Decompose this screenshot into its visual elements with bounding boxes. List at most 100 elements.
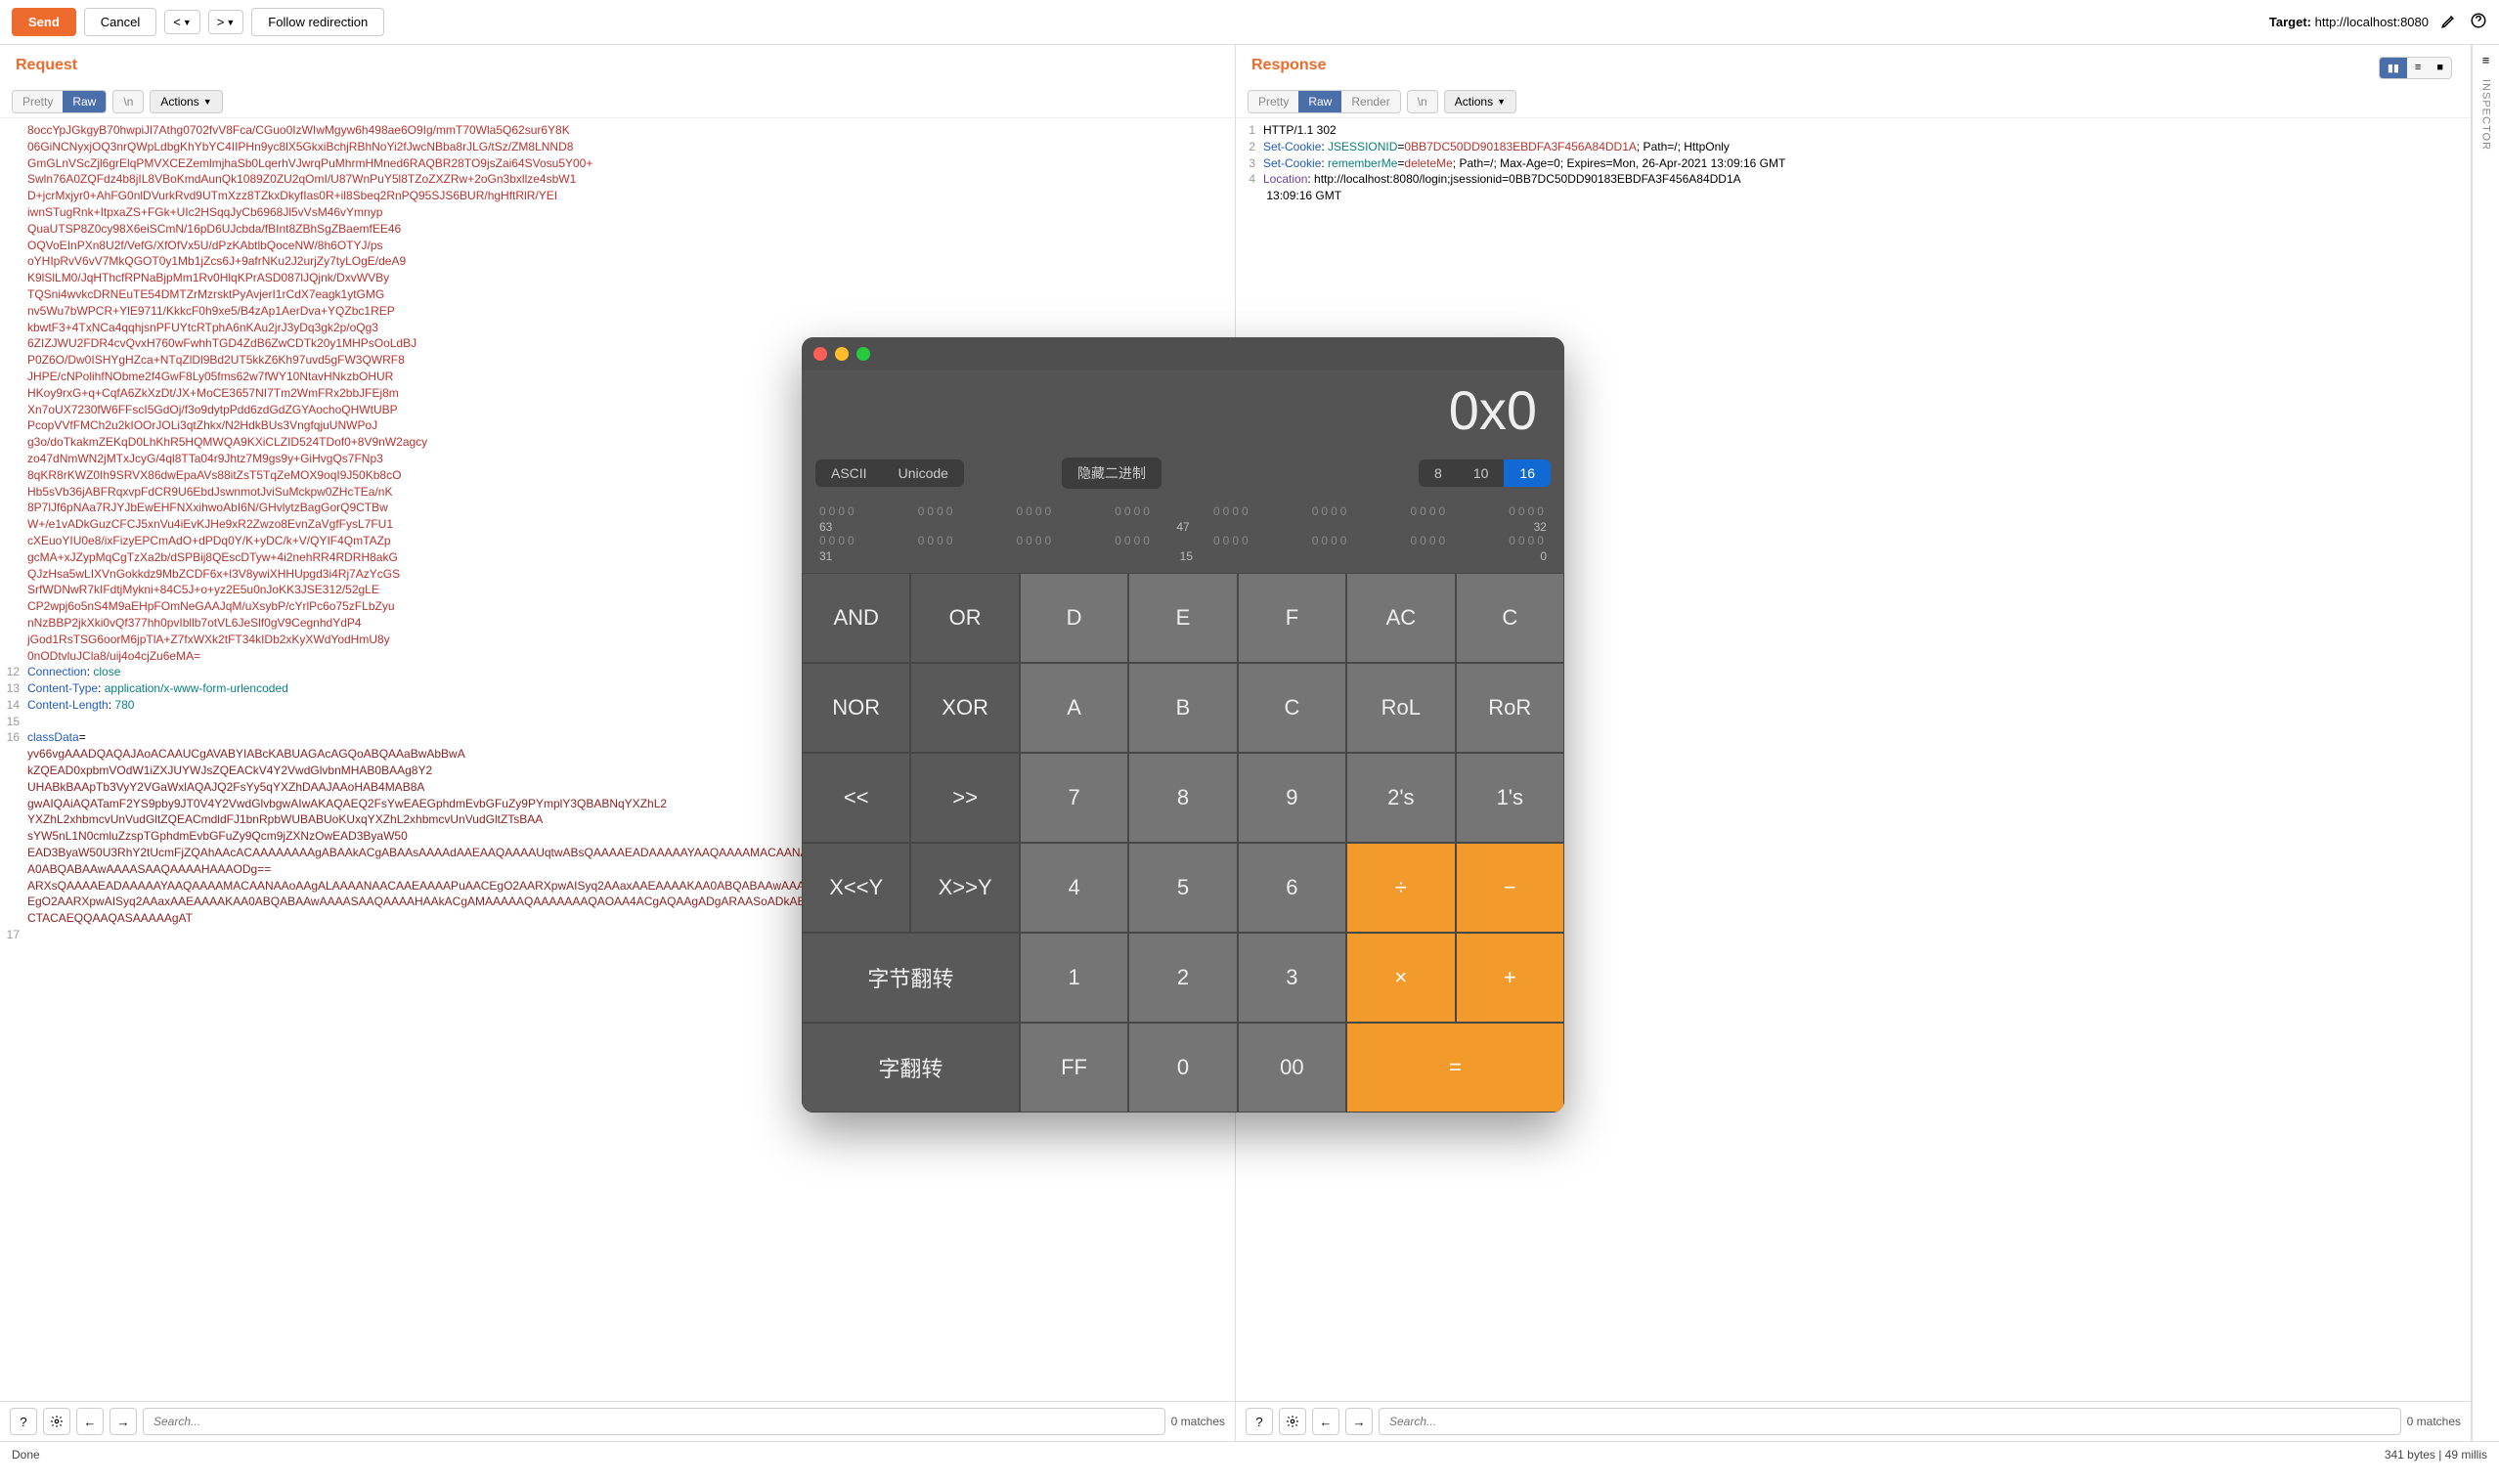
tab-pretty[interactable]: Pretty	[13, 91, 63, 112]
response-search-input[interactable]	[1379, 1408, 2401, 1435]
response-view-tabs: Pretty Raw Render	[1248, 90, 1401, 113]
maximize-icon[interactable]	[856, 347, 870, 361]
key-divide[interactable]: ÷	[1346, 843, 1455, 933]
key-shr[interactable]: >>	[910, 753, 1019, 843]
key-2[interactable]: 2	[1128, 933, 1237, 1023]
key-d[interactable]: D	[1020, 573, 1128, 663]
mode-ascii[interactable]: ASCII	[815, 459, 883, 487]
mode-unicode[interactable]: Unicode	[883, 459, 964, 487]
request-search-input[interactable]	[143, 1408, 1165, 1435]
key-twos[interactable]: 2's	[1346, 753, 1455, 843]
key-and[interactable]: AND	[802, 573, 910, 663]
key-6[interactable]: 6	[1238, 843, 1346, 933]
close-icon[interactable]	[813, 347, 827, 361]
view-columns-button[interactable]: ▮▮	[2380, 58, 2407, 78]
request-next-match-icon[interactable]: →	[110, 1408, 137, 1435]
response-tab-pretty[interactable]: Pretty	[1249, 91, 1298, 112]
request-actions-dropdown[interactable]: Actions ▼	[150, 90, 222, 113]
response-matches-text: 0 matches	[2407, 1415, 2461, 1428]
request-matches-text: 0 matches	[1171, 1415, 1225, 1428]
key-byteflip[interactable]: 字节翻转	[802, 933, 1020, 1023]
key-ac[interactable]: AC	[1346, 573, 1455, 663]
minimize-icon[interactable]	[835, 347, 849, 361]
mode-base16[interactable]: 16	[1504, 459, 1551, 487]
calculator-titlebar[interactable]	[802, 337, 1564, 371]
mode-hide-binary[interactable]: 隐藏二进制	[1062, 458, 1162, 489]
key-8[interactable]: 8	[1128, 753, 1237, 843]
key-b[interactable]: B	[1128, 663, 1237, 753]
key-f[interactable]: F	[1238, 573, 1346, 663]
key-xshry[interactable]: X>>Y	[910, 843, 1019, 933]
mode-base10[interactable]: 10	[1458, 459, 1505, 487]
key-ff[interactable]: FF	[1020, 1023, 1128, 1113]
status-bytes: 341 bytes | 49 millis	[2385, 1448, 2487, 1462]
response-help-icon[interactable]: ?	[1246, 1408, 1273, 1435]
key-7[interactable]: 7	[1020, 753, 1128, 843]
response-title: Response	[1236, 45, 2471, 86]
request-help-icon[interactable]: ?	[10, 1408, 37, 1435]
layout-view-toggle: ▮▮ ≡ ■	[2379, 57, 2452, 79]
key-1[interactable]: 1	[1020, 933, 1128, 1023]
key-3[interactable]: 3	[1238, 933, 1346, 1023]
response-tab-render[interactable]: Render	[1341, 91, 1399, 112]
help-icon[interactable]	[2470, 12, 2487, 32]
calculator-display: 0x0	[802, 371, 1564, 458]
response-tab-raw[interactable]: Raw	[1298, 91, 1341, 112]
status-bar: Done 341 bytes | 49 millis	[0, 1441, 2499, 1467]
key-or[interactable]: OR	[910, 573, 1019, 663]
key-add[interactable]: +	[1456, 933, 1564, 1023]
key-4[interactable]: 4	[1020, 843, 1128, 933]
top-toolbar: Send Cancel < ▼ > ▼ Follow redirection T…	[0, 0, 2499, 45]
history-forward-button[interactable]: > ▼	[208, 10, 244, 34]
tab-newline[interactable]: \n	[112, 90, 144, 113]
calculator-window: 0x0 ASCII Unicode 隐藏二进制 8 10 16 00000000…	[802, 337, 1564, 1113]
response-settings-icon[interactable]	[1279, 1408, 1306, 1435]
key-wordflip[interactable]: 字翻转	[802, 1023, 1020, 1113]
key-nor[interactable]: NOR	[802, 663, 910, 753]
key-ror[interactable]: RoR	[1456, 663, 1564, 753]
key-shl[interactable]: <<	[802, 753, 910, 843]
tab-raw[interactable]: Raw	[63, 91, 106, 112]
request-settings-icon[interactable]	[43, 1408, 70, 1435]
key-9[interactable]: 9	[1238, 753, 1346, 843]
key-rol[interactable]: RoL	[1346, 663, 1455, 753]
key-0[interactable]: 0	[1128, 1023, 1237, 1113]
key-5[interactable]: 5	[1128, 843, 1237, 933]
response-next-match-icon[interactable]: →	[1345, 1408, 1373, 1435]
binary-toggle-group: 隐藏二进制	[1062, 458, 1162, 489]
mode-base8[interactable]: 8	[1419, 459, 1458, 487]
cancel-button[interactable]: Cancel	[84, 8, 156, 36]
pencil-icon[interactable]	[2440, 12, 2458, 32]
key-equals[interactable]: =	[1346, 1023, 1564, 1113]
calculator-keypad: AND OR D E F AC C NOR XOR A B C RoL RoR …	[802, 573, 1564, 1113]
calculator-bits: 00000000000000000000000000000000 634732 …	[802, 499, 1564, 573]
target-label: Target: http://localhost:8080	[2269, 15, 2429, 29]
key-subtract[interactable]: −	[1456, 843, 1564, 933]
key-ones[interactable]: 1's	[1456, 753, 1564, 843]
key-cc[interactable]: C	[1238, 663, 1346, 753]
right-sidebar: ≡ INSPECTOR	[2472, 45, 2499, 1441]
request-prev-match-icon[interactable]: ←	[76, 1408, 104, 1435]
view-single-button[interactable]: ■	[2429, 58, 2451, 78]
key-multiply[interactable]: ×	[1346, 933, 1455, 1023]
inspector-label[interactable]: INSPECTOR	[2480, 79, 2492, 151]
view-rows-button[interactable]: ≡	[2407, 58, 2429, 78]
response-actions-dropdown[interactable]: Actions ▼	[1444, 90, 1516, 113]
status-text: Done	[12, 1448, 40, 1462]
send-button[interactable]: Send	[12, 8, 76, 36]
key-00[interactable]: 00	[1238, 1023, 1346, 1113]
key-xshly[interactable]: X<<Y	[802, 843, 910, 933]
encoding-mode-group: ASCII Unicode	[815, 459, 964, 487]
base-mode-group: 8 10 16	[1419, 459, 1551, 487]
history-back-button[interactable]: < ▼	[164, 10, 200, 34]
sidebar-menu-icon[interactable]: ≡	[2482, 53, 2490, 67]
key-a[interactable]: A	[1020, 663, 1128, 753]
key-xor[interactable]: XOR	[910, 663, 1019, 753]
request-view-tabs: Pretty Raw	[12, 90, 107, 113]
response-prev-match-icon[interactable]: ←	[1312, 1408, 1339, 1435]
key-c[interactable]: C	[1456, 573, 1564, 663]
request-title: Request	[0, 45, 1235, 86]
follow-redirection-button[interactable]: Follow redirection	[251, 8, 384, 36]
key-e[interactable]: E	[1128, 573, 1237, 663]
response-tab-newline[interactable]: \n	[1407, 90, 1438, 113]
